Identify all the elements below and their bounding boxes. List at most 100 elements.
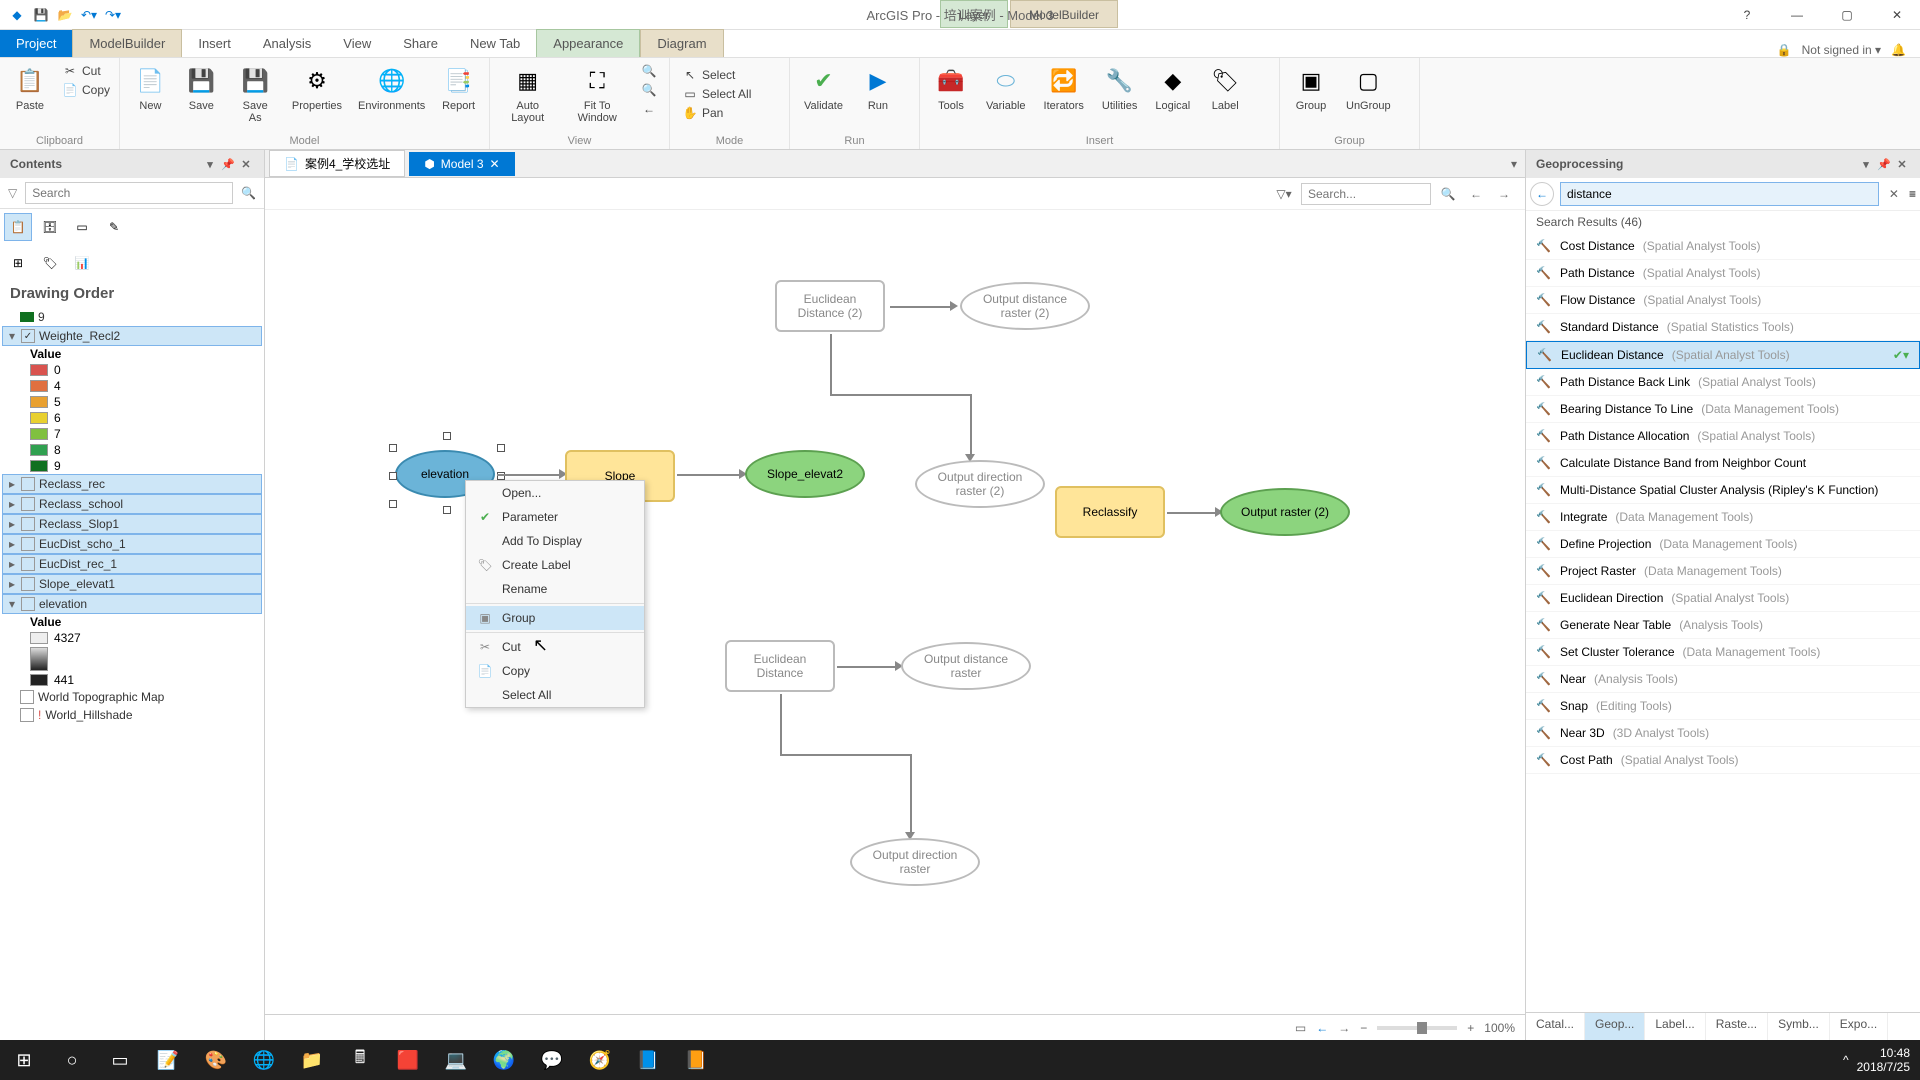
insert-tab[interactable]: Insert [182,30,247,57]
modelbuilder-tab[interactable]: ModelBuilder [72,29,182,57]
ctx-parameter[interactable]: ✔Parameter [466,505,644,529]
nav-back-icon[interactable]: ← [1465,183,1487,205]
tab-raster[interactable]: Raste... [1706,1013,1768,1040]
list-by-drawing-order-button[interactable]: 📋 [4,213,32,241]
select-mode-button[interactable]: ↖Select [678,66,781,84]
node-slope-elevat2[interactable]: Slope_elevat2 [745,450,865,498]
tool-result-item[interactable]: 🔨Multi-Distance Spatial Cluster Analysis… [1526,477,1920,504]
tab-export[interactable]: Expo... [1830,1013,1888,1040]
contents-tree[interactable]: 9 ▾✓Weighte_Recl2 Value 0456789 ▸Reclass… [0,306,264,1040]
zoom-in-icon[interactable]: + [1467,1021,1474,1035]
zoom-level[interactable]: 100% [1484,1021,1515,1035]
tool-result-item[interactable]: 🔨Project Raster (Data Management Tools) [1526,558,1920,585]
tool-result-item[interactable]: 🔨Near (Analysis Tools) [1526,666,1920,693]
run-button[interactable]: ▶Run [855,62,901,114]
share-tab[interactable]: Share [387,30,454,57]
panel-pin-icon[interactable]: 📌 [220,156,236,172]
save-icon[interactable]: 💾 [32,6,50,24]
new-tab[interactable]: New Tab [454,30,536,57]
search-button[interactable]: ○ [48,1040,96,1080]
appearance-tab[interactable]: Appearance [536,29,640,57]
minimize-icon[interactable]: — [1774,0,1820,30]
taskbar-app[interactable]: 📘 [624,1040,672,1080]
close-icon[interactable]: ✕ [1874,0,1920,30]
view-tab[interactable]: View [327,30,387,57]
app-icon[interactable]: ◆ [8,6,26,24]
tool-result-item[interactable]: 🔨Define Projection (Data Management Tool… [1526,531,1920,558]
node-output-distance[interactable]: Output distance raster [901,642,1031,690]
taskbar-app[interactable]: 🌍 [480,1040,528,1080]
panel-close-icon[interactable]: ✕ [238,156,254,172]
taskbar-app[interactable]: 🟥 [384,1040,432,1080]
tool-result-item[interactable]: 🔨Euclidean Distance (Spatial Analyst Too… [1526,341,1920,369]
panel-close-icon[interactable]: ✕ [1894,156,1910,172]
ctx-open[interactable]: Open... [466,481,644,505]
node-output-direction-2[interactable]: Output direction raster (2) [915,460,1045,508]
paste-button[interactable]: 📋Paste [8,62,52,114]
zoom-out-button[interactable]: 🔍 [637,81,661,99]
variable-button[interactable]: ⬭Variable [980,62,1032,114]
search-icon[interactable]: 🔍 [237,182,260,204]
canvas-search-input[interactable] [1301,183,1431,205]
tray-up-icon[interactable]: ^ [1843,1053,1849,1067]
zoom-out-icon[interactable]: − [1360,1021,1367,1035]
analysis-tab[interactable]: Analysis [247,30,327,57]
ctx-cut[interactable]: ✂Cut [466,635,644,659]
list-by-chart-button[interactable]: 📊 [68,249,96,277]
geoprocessing-search-input[interactable] [1560,182,1879,206]
extent-icon[interactable]: ▭ [1295,1021,1306,1035]
tool-result-item[interactable]: 🔨Flow Distance (Spatial Analyst Tools) [1526,287,1920,314]
iterators-button[interactable]: 🔁Iterators [1038,62,1090,114]
tool-result-item[interactable]: 🔨Calculate Distance Band from Neighbor C… [1526,450,1920,477]
layer-row[interactable]: ▸EucDist_rec_1 [2,554,262,574]
tab-catalog[interactable]: Catal... [1526,1013,1585,1040]
zoom-slider[interactable] [1377,1026,1457,1030]
ctx-copy[interactable]: 📄Copy [466,659,644,683]
panel-menu-icon[interactable]: ▾ [202,156,218,172]
filter-icon[interactable]: ▽ [4,182,21,204]
taskbar-app[interactable]: 💬 [528,1040,576,1080]
list-by-snapping-button[interactable]: ⊞ [4,249,32,277]
list-by-editing-button[interactable]: ✎ [100,213,128,241]
ctx-select-all[interactable]: Select All [466,683,644,707]
new-button[interactable]: 📄New [128,62,173,114]
node-output-raster-2[interactable]: Output raster (2) [1220,488,1350,536]
tool-result-item[interactable]: 🔨Bearing Distance To Line (Data Manageme… [1526,396,1920,423]
logical-button[interactable]: ◆Logical [1149,62,1196,114]
environments-button[interactable]: 🌐Environments [353,62,430,114]
taskbar-app[interactable]: 💻 [432,1040,480,1080]
tool-results-list[interactable]: 🔨Cost Distance (Spatial Analyst Tools) 🔨P… [1526,233,1920,1012]
report-button[interactable]: 📑Report [436,62,481,114]
taskbar-app[interactable]: 🖩 [336,1040,384,1080]
node-output-distance-2[interactable]: Output distance raster (2) [960,282,1090,330]
label-button[interactable]: 🏷Label [1202,62,1248,114]
tool-result-item[interactable]: 🔨Generate Near Table (Analysis Tools) [1526,612,1920,639]
contents-search-input[interactable] [25,182,233,204]
saveas-button[interactable]: 💾Save As [230,62,281,126]
copy-button[interactable]: 📄Copy [58,81,114,99]
taskbar-app[interactable]: 📁 [288,1040,336,1080]
taskbar-app[interactable]: 🎨 [192,1040,240,1080]
search-icon[interactable]: 🔍 [1437,183,1459,205]
menu-icon[interactable]: ≡ [1909,187,1916,201]
layer-row[interactable]: ▸Reclass_school [2,494,262,514]
node-euclidean-distance-2[interactable]: Euclidean Distance (2) [775,280,885,332]
ctx-create-label[interactable]: 🏷Create Label [466,553,644,577]
save-button[interactable]: 💾Save [179,62,224,114]
signin-label[interactable]: Not signed in ▾ [1802,43,1881,57]
taskbar-app[interactable]: 📙 [672,1040,720,1080]
tool-result-item[interactable]: 🔨Cost Distance (Spatial Analyst Tools) [1526,233,1920,260]
project-tab[interactable]: Project [0,30,72,57]
bell-icon[interactable]: 🔔 [1891,43,1906,57]
start-button[interactable]: ⊞ [0,1040,48,1080]
taskbar-app[interactable]: 📝 [144,1040,192,1080]
layer-row[interactable]: ▸EucDist_scho_1 [2,534,262,554]
ctx-rename[interactable]: Rename [466,577,644,601]
layer-row[interactable]: ▸Slope_elevat1 [2,574,262,594]
tool-result-item[interactable]: 🔨Set Cluster Tolerance (Data Management … [1526,639,1920,666]
ungroup-button[interactable]: ▢UnGroup [1340,62,1397,114]
layer-row[interactable]: ▸Reclass_rec [2,474,262,494]
tool-result-item[interactable]: 🔨Integrate (Data Management Tools) [1526,504,1920,531]
properties-button[interactable]: ⚙Properties [287,62,347,114]
list-by-labeling-button[interactable]: 🏷 [36,249,64,277]
